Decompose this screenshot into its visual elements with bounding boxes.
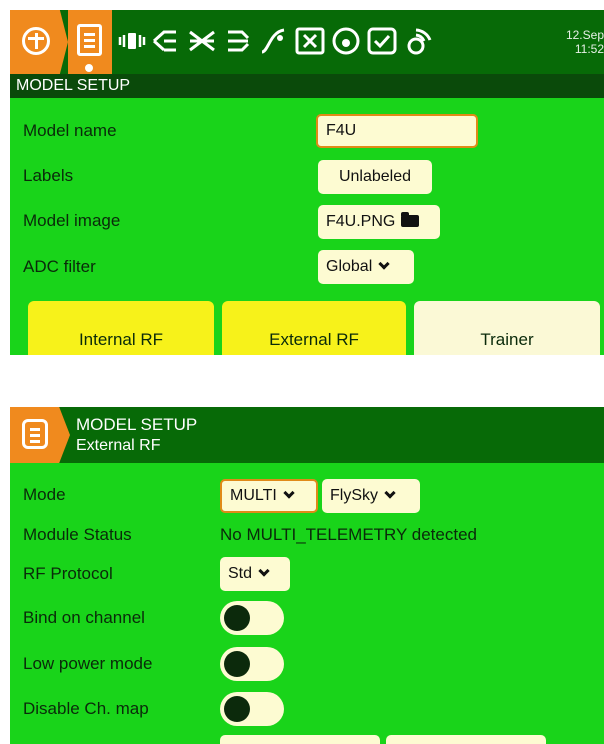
model-name-label: Model name (23, 121, 117, 140)
chevron-down-icon (258, 565, 270, 577)
adc-filter-label: ADC filter (23, 257, 96, 276)
model-setup-screen: 12.Sep 11:52 MODEL SETUP Model name F4U … (10, 10, 604, 355)
home-button[interactable] (10, 10, 68, 74)
toggle-knob (224, 696, 250, 722)
active-tab-indicator (83, 62, 95, 74)
low-power-mode-toggle[interactable] (220, 647, 284, 681)
rf-protocol-value: Std (228, 565, 253, 582)
external-rf-button[interactable]: External RF (222, 301, 406, 355)
page-title: MODEL SETUP (10, 74, 604, 98)
model-setup-tab-button[interactable] (10, 407, 70, 463)
mixer-icon[interactable] (186, 24, 218, 58)
model-image-label: Model image (23, 211, 121, 230)
low-power-mode-label: Low power mode (23, 654, 153, 673)
toggle-knob (224, 651, 250, 677)
model-image-field[interactable]: F4U.PNG (318, 205, 440, 239)
chevron-down-icon (283, 487, 295, 499)
top-tab-bar: 12.Sep 11:52 (10, 10, 604, 74)
partial-button[interactable] (220, 735, 380, 744)
flight-mode-icon[interactable] (150, 24, 182, 58)
page-header: MODEL SETUP External RF (10, 407, 604, 463)
disable-ch-map-label: Disable Ch. map (23, 699, 149, 718)
toggle-knob (224, 605, 250, 631)
vibration-icon[interactable] (116, 24, 148, 58)
rf-protocol-label: RF Protocol (23, 564, 113, 583)
protocol-value: FlySky (330, 487, 378, 504)
curves-icon[interactable] (258, 24, 290, 58)
module-status-label: Module Status (23, 525, 132, 544)
internal-rf-button[interactable]: Internal RF (28, 301, 214, 355)
partial-button[interactable] (386, 735, 546, 744)
model-image-value: F4U.PNG (326, 213, 396, 230)
date-text: 12.Sep (565, 28, 604, 42)
tab-model-setup[interactable] (68, 10, 112, 74)
labels-button[interactable]: Unlabeled (318, 160, 432, 194)
external-rf-screen: MODEL SETUP External RF Mode MULTI FlySk… (10, 407, 604, 744)
chevron-down-icon (378, 258, 390, 270)
mode-value: MULTI (230, 487, 277, 504)
adc-filter-value: Global (326, 258, 373, 275)
page-title: MODEL SETUP (76, 415, 198, 434)
telemetry-icon[interactable] (402, 24, 434, 58)
chevron-down-icon (384, 487, 396, 499)
folder-icon (401, 212, 420, 227)
rf-protocol-select[interactable]: Std (220, 557, 290, 591)
model-setup-icon (22, 419, 48, 449)
labels-label: Labels (23, 166, 74, 185)
bind-on-channel-toggle[interactable] (220, 601, 284, 635)
module-status-value: No MULTI_TELEMETRY detected (220, 525, 477, 544)
bind-on-channel-label: Bind on channel (23, 608, 145, 627)
mode-select[interactable]: MULTI (220, 479, 318, 513)
model-setup-icon (77, 24, 102, 56)
outputs-icon[interactable] (222, 24, 254, 58)
mode-label: Mode (23, 485, 66, 504)
home-icon (22, 27, 50, 55)
adc-filter-select[interactable]: Global (318, 250, 414, 284)
model-name-field[interactable]: F4U (316, 114, 478, 148)
special-function-icon[interactable] (330, 24, 362, 58)
disable-ch-map-toggle[interactable] (220, 692, 284, 726)
logical-switch-icon[interactable] (294, 24, 326, 58)
time-text: 11:52 (574, 42, 604, 56)
checklist-icon[interactable] (366, 24, 398, 58)
date-time: 12.Sep 11:52 (560, 28, 604, 56)
trainer-button[interactable]: Trainer (414, 301, 600, 355)
protocol-select[interactable]: FlySky (322, 479, 420, 513)
page-subtitle: External RF (76, 437, 161, 454)
